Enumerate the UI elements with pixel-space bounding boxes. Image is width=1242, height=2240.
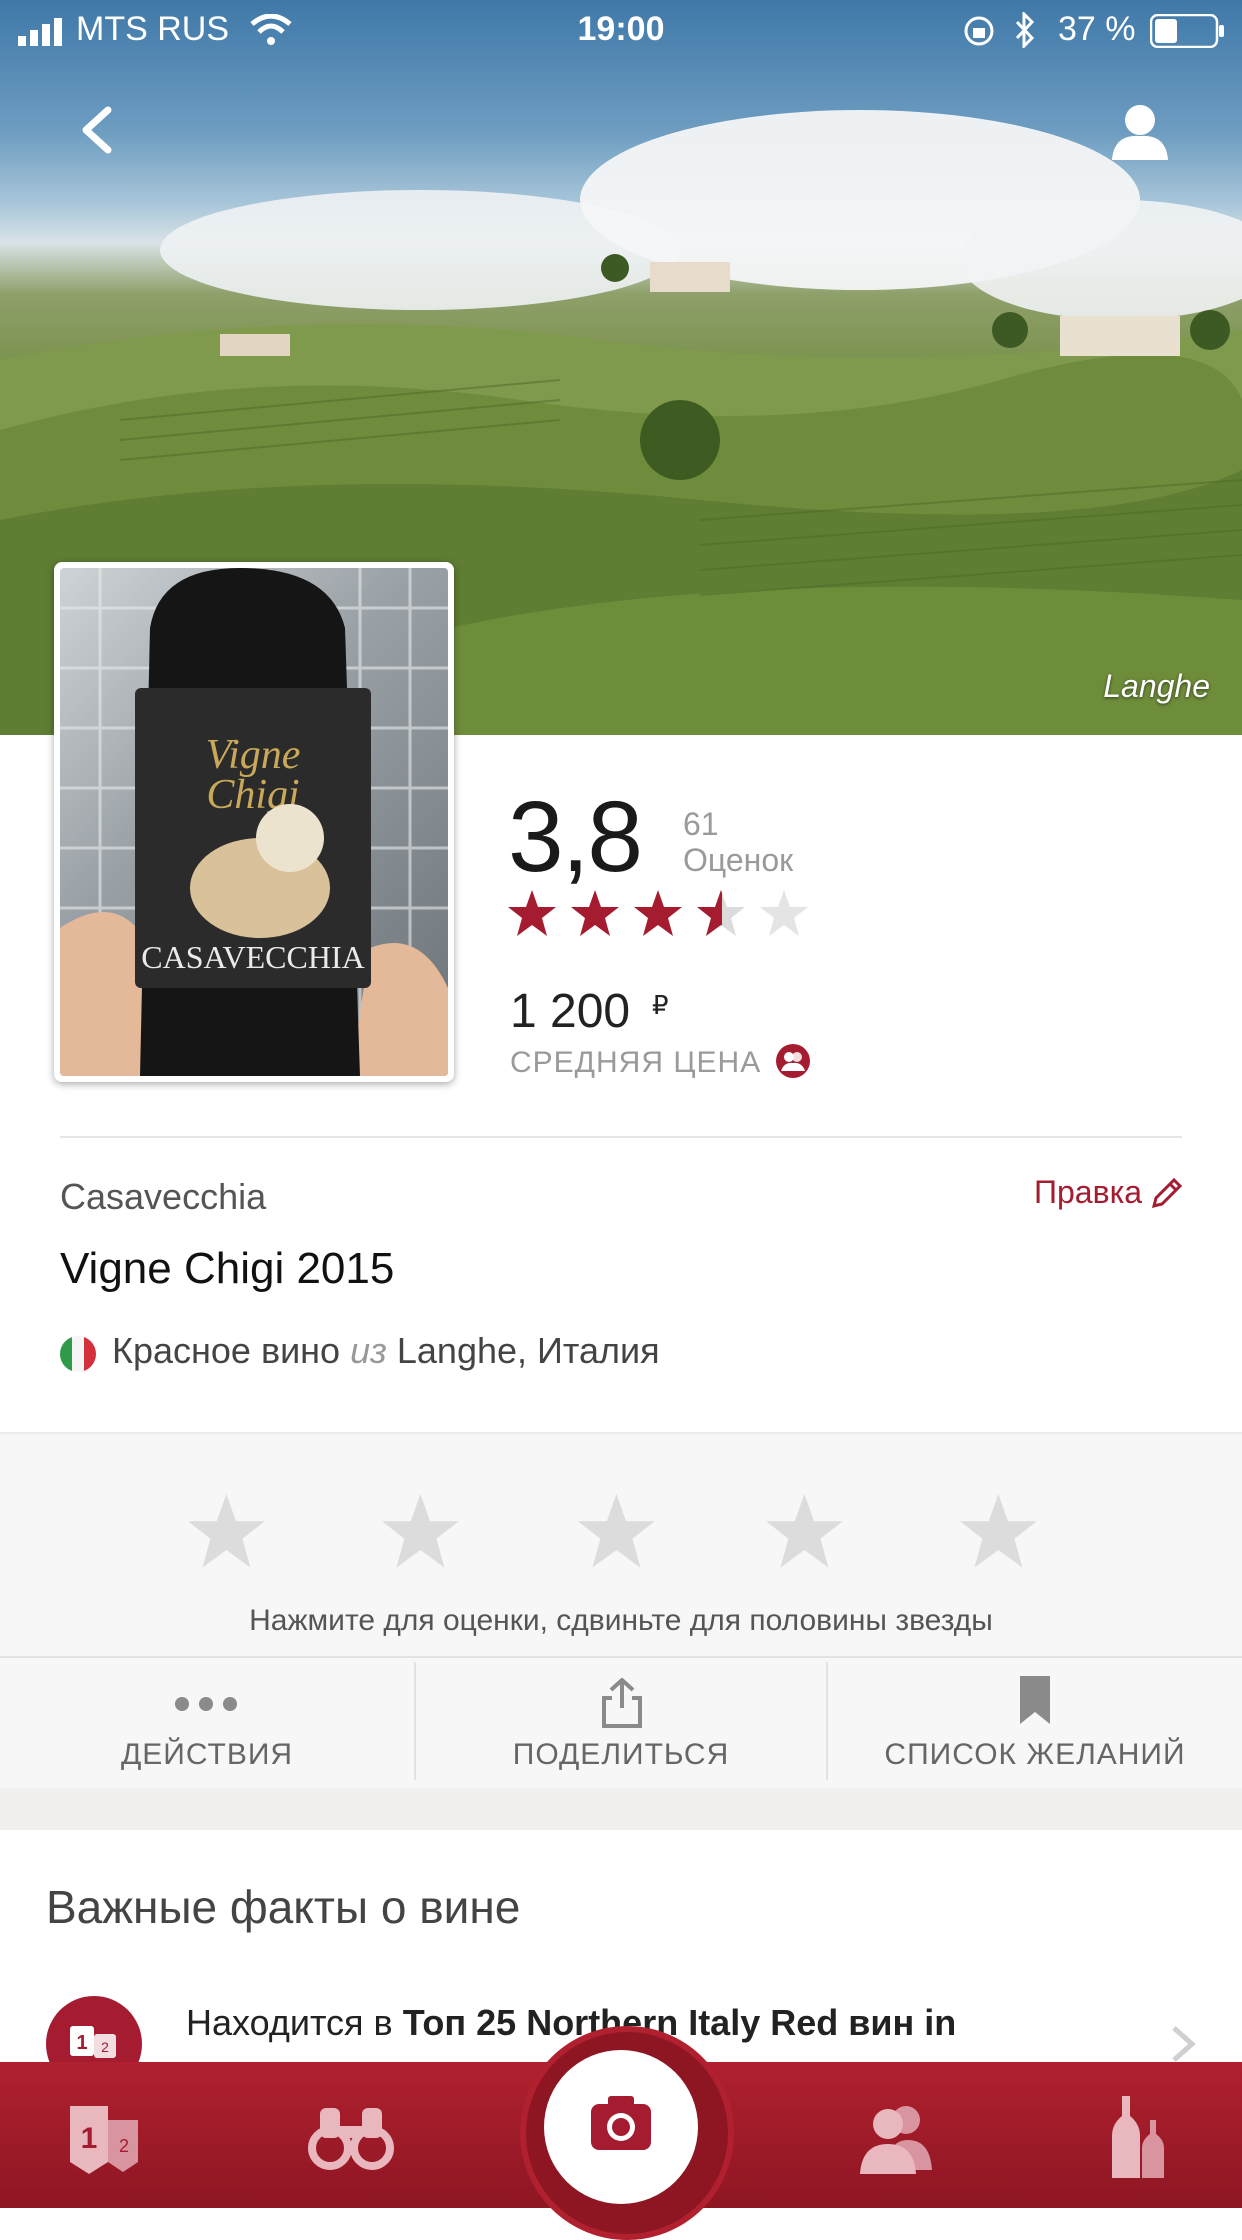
facts-heading: Важные факты о вине xyxy=(46,1881,521,1933)
chevron-left-icon xyxy=(82,106,112,154)
bottles-icon xyxy=(1112,2096,1164,2178)
community-price-icon[interactable] xyxy=(776,1044,810,1078)
ratings-count: 61 xyxy=(683,806,719,842)
share-button[interactable]: ПОДЕЛИТЬСЯ xyxy=(416,1656,826,1786)
rankings-icon: 1 2 xyxy=(70,2106,138,2174)
fact-bold: Топ 25 Northern Italy Red вин in xyxy=(402,2002,957,2043)
fact-item[interactable]: Находится в Топ 25 Northern Italy Red ви… xyxy=(186,2002,956,2044)
pencil-icon xyxy=(1152,1177,1183,1208)
friends-icon xyxy=(860,2106,932,2174)
fact-prefix: Находится в xyxy=(186,2002,393,2043)
share-label: ПОДЕЛИТЬСЯ xyxy=(512,1738,730,1771)
wishlist-label: СПИСОК ЖЕЛАНИЙ xyxy=(884,1738,1186,1771)
star-empty-icon xyxy=(760,890,808,936)
chevron-right-icon[interactable] xyxy=(1168,2024,1198,2064)
wishlist-button[interactable]: СПИСОК ЖЕЛАНИЙ xyxy=(828,1656,1242,1786)
nav-my-wines[interactable] xyxy=(1092,2092,1182,2182)
star-icon xyxy=(508,890,556,936)
clock: 19:00 xyxy=(577,10,665,48)
rate-stars[interactable] xyxy=(180,1488,1060,1583)
wine-name: Vigne Chigi 2015 xyxy=(60,1244,395,1293)
wine-region[interactable]: Langhe, Италия xyxy=(397,1330,660,1371)
ratings-count-label: Оценок xyxy=(683,842,794,878)
edit-label: Правка xyxy=(1034,1174,1143,1210)
nav-friends[interactable] xyxy=(852,2092,942,2182)
winery-name[interactable]: Casavecchia xyxy=(60,1176,266,1218)
share-icon xyxy=(602,1678,642,1728)
bottle-photo: Vigne Chigi CASAVECCHIA xyxy=(60,568,448,1076)
wine-type[interactable]: Красное вино xyxy=(112,1330,340,1371)
bluetooth-icon xyxy=(1015,12,1035,48)
bottle-illustration: Vigne Chigi CASAVECCHIA xyxy=(60,568,448,1076)
back-button[interactable] xyxy=(70,100,130,160)
bottle-label-brand: CASAVECCHIA xyxy=(141,939,364,975)
star-icon xyxy=(697,890,745,936)
actions-label: ДЕЙСТВИЯ xyxy=(120,1738,294,1771)
rate-star-5-icon[interactable] xyxy=(960,1494,1037,1568)
user-icon xyxy=(1112,105,1168,160)
status-bar: MTS RUS 19:00 37 % xyxy=(0,0,1242,62)
italy-flag-icon xyxy=(60,1336,96,1372)
from-word: из xyxy=(350,1330,387,1371)
battery-icon xyxy=(1150,14,1224,48)
camera-icon xyxy=(591,2096,651,2150)
section-gap xyxy=(0,1788,1242,1830)
rating-stars xyxy=(508,886,808,947)
svg-text:2: 2 xyxy=(101,2039,109,2055)
average-rating: 3,8 xyxy=(508,781,643,893)
rate-hint: Нажмите для оценки, сдвиньте для половин… xyxy=(249,1604,993,1637)
average-price: 1 200 xyxy=(510,985,631,1038)
star-icon xyxy=(571,890,619,936)
star-icon xyxy=(634,890,682,936)
actions-button[interactable]: ДЕЙСТВИЯ xyxy=(0,1656,414,1786)
battery-percent: 37 % xyxy=(1058,10,1136,48)
divider xyxy=(60,1136,1182,1138)
svg-text:1: 1 xyxy=(81,2122,98,2155)
wine-origin: Красное вино из Langhe, Италия xyxy=(112,1330,660,1372)
rate-star-4-icon[interactable] xyxy=(766,1494,843,1568)
scan-camera-button[interactable] xyxy=(544,2050,698,2204)
nav-rankings[interactable]: 1 2 xyxy=(62,2092,152,2182)
more-dots-icon xyxy=(175,1697,237,1711)
nav-explore[interactable] xyxy=(306,2092,396,2182)
svg-text:1: 1 xyxy=(76,2032,87,2054)
rotation-lock-icon xyxy=(964,16,994,46)
bookmark-icon xyxy=(1020,1676,1050,1724)
rate-star-2-icon[interactable] xyxy=(382,1494,459,1568)
svg-text:2: 2 xyxy=(119,2136,129,2156)
rate-star-3-icon[interactable] xyxy=(578,1494,655,1568)
edit-button[interactable]: Правка xyxy=(1034,1174,1184,1211)
binoculars-icon xyxy=(308,2108,394,2170)
average-price-label: СРЕДНЯЯ ЦЕНА xyxy=(510,1046,762,1079)
bottle-photo-card[interactable]: Vigne Chigi CASAVECCHIA xyxy=(54,562,454,1082)
price-currency: ₽ xyxy=(652,990,669,1020)
region-caption: Langhe xyxy=(1103,668,1210,704)
profile-button[interactable] xyxy=(1108,100,1172,164)
rate-star-1-icon[interactable] xyxy=(188,1494,265,1568)
